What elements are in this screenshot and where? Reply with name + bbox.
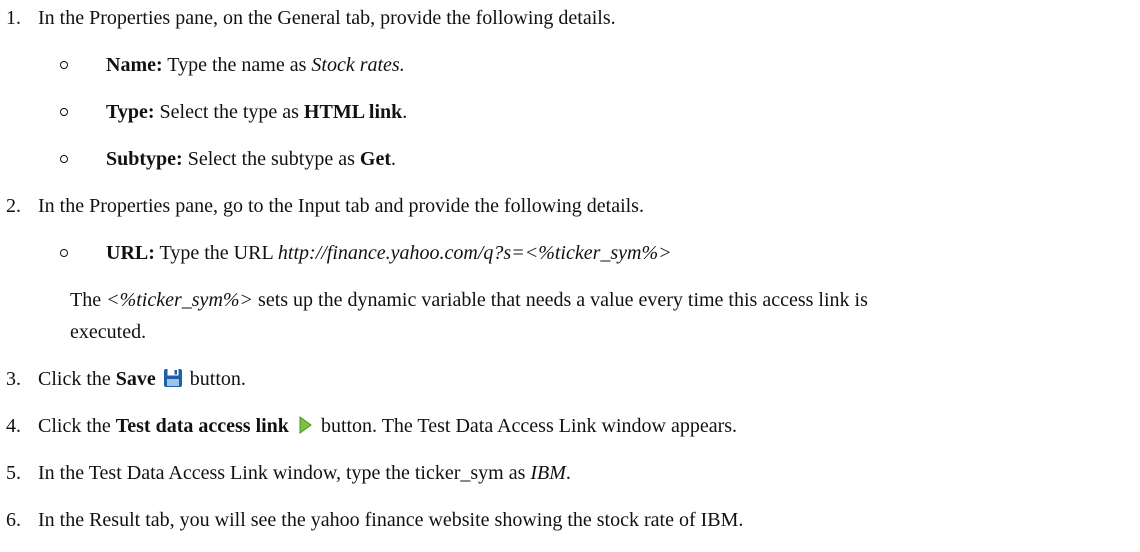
step-number: 5.	[6, 462, 21, 484]
step-number: 1.	[6, 7, 21, 29]
step-text: In the Result tab, you will see the yaho…	[38, 509, 744, 531]
step-number: 4.	[6, 415, 21, 437]
step-number: 3.	[6, 368, 21, 390]
bullet-type: Type: Select the type as HTML link.	[106, 101, 408, 123]
step-number: 2.	[6, 195, 21, 217]
bullet-marker	[60, 61, 68, 69]
document-page: { "steps": [ { "number": "1.", "text": "…	[0, 0, 1140, 552]
bullet-name: Name: Type the name as Stock rates.	[106, 54, 405, 76]
step-text: In the Properties pane, on the General t…	[38, 7, 616, 29]
save-floppy-icon	[163, 369, 182, 387]
step-text: Click the Save button.	[38, 368, 246, 390]
play-triangle-icon	[299, 416, 312, 434]
note-line-2: executed.	[70, 321, 147, 343]
step-text: Click the Test data access link button. …	[38, 415, 738, 437]
note-line-1: The <%ticker_sym%> sets up the dynamic v…	[70, 289, 868, 311]
step-text: In the Properties pane, go to the Input …	[38, 195, 644, 217]
bullet-url: URL: Type the URL http://finance.yahoo.c…	[106, 242, 672, 264]
step-text: In the Test Data Access Link window, typ…	[38, 462, 571, 484]
step-number: 6.	[6, 509, 21, 531]
bullet-marker	[60, 155, 68, 163]
bullet-subtype: Subtype: Select the subtype as Get.	[106, 148, 396, 170]
bullet-marker	[60, 249, 68, 257]
bullet-marker	[60, 108, 68, 116]
